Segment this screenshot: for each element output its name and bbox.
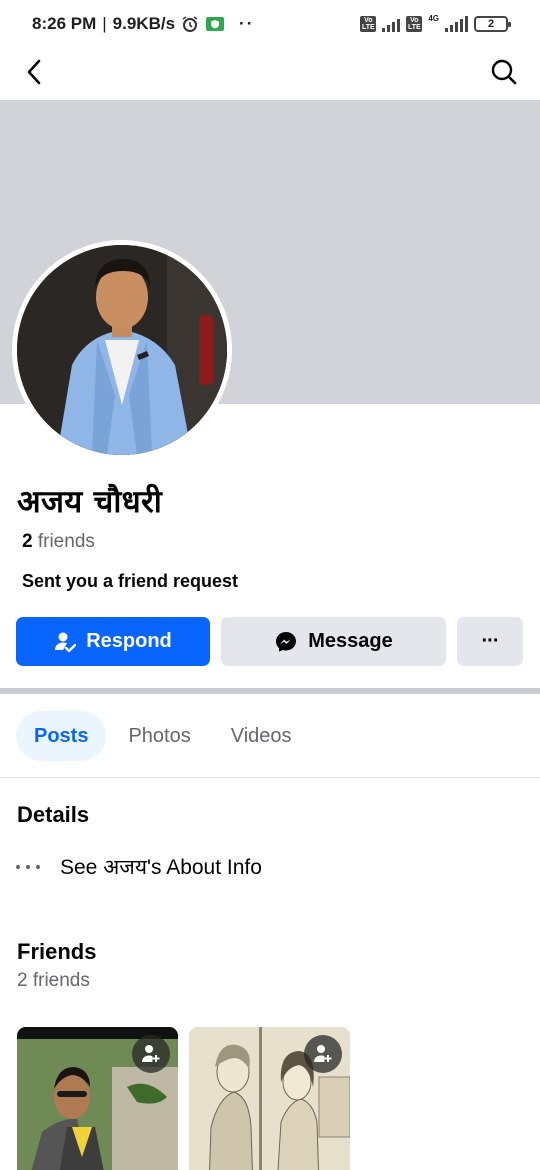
message-button[interactable]: Message bbox=[221, 617, 446, 666]
more-notifications-icon: ·· bbox=[239, 14, 255, 33]
tab-posts[interactable]: Posts bbox=[16, 711, 107, 761]
status-separator: | bbox=[102, 14, 107, 33]
volte-icon: Vo LTE bbox=[360, 16, 377, 32]
add-friend-icon bbox=[314, 1045, 332, 1062]
friend-card[interactable] bbox=[189, 1027, 350, 1170]
avatar-photo bbox=[17, 245, 227, 455]
more-icon: ··· bbox=[481, 630, 500, 652]
details-heading: Details bbox=[17, 802, 90, 827]
user-check-icon bbox=[55, 632, 77, 652]
status-left: 8:26 PM | 9.9KB/s ·· bbox=[32, 14, 254, 34]
mutual-friends-line[interactable]: 2 friends bbox=[22, 531, 95, 553]
tab-videos[interactable]: Videos bbox=[213, 711, 310, 761]
more-options-button[interactable]: ··· bbox=[457, 617, 523, 666]
add-friend-icon bbox=[142, 1045, 160, 1062]
respond-button[interactable]: Respond bbox=[16, 617, 210, 666]
respond-label: Respond bbox=[86, 630, 172, 652]
tab-photos[interactable]: Photos bbox=[110, 711, 208, 761]
top-nav bbox=[0, 48, 540, 100]
status-right: Vo LTE Vo LTE 4G 2 bbox=[360, 13, 511, 32]
alarm-icon bbox=[181, 15, 199, 33]
section-divider bbox=[0, 688, 540, 694]
messenger-icon bbox=[276, 631, 297, 652]
friends-label: friends bbox=[37, 531, 95, 552]
network-speed: 9.9KB/s bbox=[112, 14, 176, 33]
friend-card[interactable] bbox=[17, 1027, 178, 1170]
message-label: Message bbox=[308, 630, 393, 652]
chevron-left-icon bbox=[27, 59, 41, 85]
profile-name: अजय चौधरी bbox=[17, 484, 163, 520]
back-button[interactable] bbox=[18, 56, 50, 88]
friend-request-status: Sent you a friend request bbox=[22, 571, 239, 591]
add-friend-button[interactable] bbox=[132, 1035, 170, 1073]
ellipsis-icon bbox=[16, 865, 40, 869]
status-bar: 8:26 PM | 9.9KB/s ·· Vo LTE Vo LTE 4G 2 bbox=[0, 0, 540, 48]
about-info-label: See अजय's About Info bbox=[60, 856, 262, 879]
network-type: 4G bbox=[428, 13, 439, 23]
friends-count-text: 2 friends bbox=[17, 970, 90, 991]
friends-heading: Friends bbox=[17, 939, 97, 964]
battery-icon: 2 bbox=[474, 16, 511, 32]
profile-tabs: Posts Photos Videos bbox=[16, 711, 314, 761]
search-button[interactable] bbox=[488, 56, 520, 88]
status-time: 8:26 PM bbox=[32, 14, 97, 33]
battery-level: 2 bbox=[487, 18, 495, 30]
add-friend-button[interactable] bbox=[304, 1035, 342, 1073]
search-icon bbox=[491, 59, 517, 85]
signal-icon bbox=[382, 16, 401, 32]
profile-avatar[interactable] bbox=[12, 240, 232, 460]
volte-icon-2: Vo LTE bbox=[406, 16, 423, 32]
shield-app-icon bbox=[205, 16, 225, 32]
tabs-divider bbox=[0, 777, 540, 778]
about-info-link[interactable]: See अजय's About Info bbox=[16, 853, 262, 881]
signal-icon-2 bbox=[445, 16, 468, 32]
friends-count: 2 bbox=[22, 531, 33, 552]
